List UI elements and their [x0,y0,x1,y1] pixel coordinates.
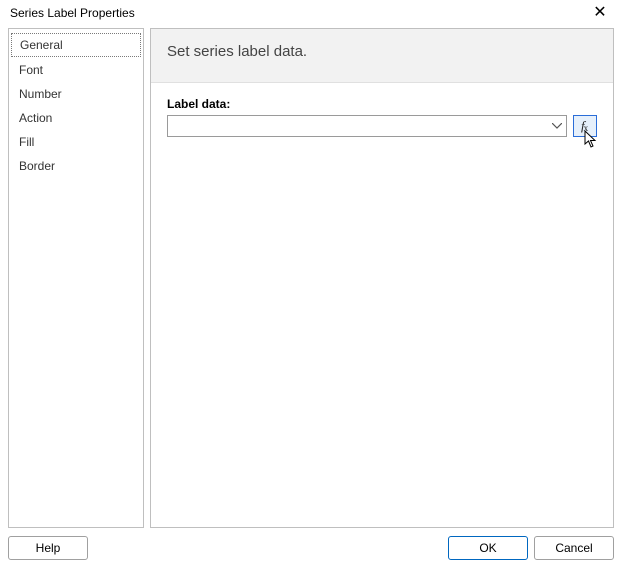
sidebar-item-label: Border [19,159,55,173]
footer-right: OK Cancel [448,536,614,560]
cancel-button[interactable]: Cancel [534,536,614,560]
chevron-down-icon[interactable] [548,116,566,136]
sidebar-item-action[interactable]: Action [9,106,143,130]
sidebar-item-label: Action [19,111,52,125]
titlebar: Series Label Properties ✕ [0,0,622,28]
content-area: General Font Number Action Fill Border S… [0,28,622,528]
sidebar-item-label: Fill [19,135,34,149]
fx-icon: fx [581,118,589,134]
panel-header: Set series label data. [151,29,613,83]
panel-body: Label data: fx [151,83,613,151]
label-data-label: Label data: [167,97,597,111]
panel-heading: Set series label data. [167,43,597,60]
sidebar-item-number[interactable]: Number [9,82,143,106]
label-data-combobox[interactable] [167,115,567,137]
sidebar-item-general[interactable]: General [11,33,141,57]
window-title: Series Label Properties [10,6,135,20]
ok-button[interactable]: OK [448,536,528,560]
help-button[interactable]: Help [8,536,88,560]
sidebar: General Font Number Action Fill Border [8,28,144,528]
footer: Help OK Cancel [0,528,622,570]
sidebar-item-border[interactable]: Border [9,154,143,178]
sidebar-item-fill[interactable]: Fill [9,130,143,154]
expression-button[interactable]: fx [573,115,597,137]
sidebar-item-font[interactable]: Font [9,58,143,82]
sidebar-item-label: General [20,38,63,52]
sidebar-item-label: Font [19,63,43,77]
label-data-input[interactable] [168,116,548,136]
label-data-row: fx [167,115,597,137]
main-panel: Set series label data. Label data: fx [150,28,614,528]
close-icon[interactable]: ✕ [586,5,614,21]
sidebar-item-label: Number [19,87,62,101]
